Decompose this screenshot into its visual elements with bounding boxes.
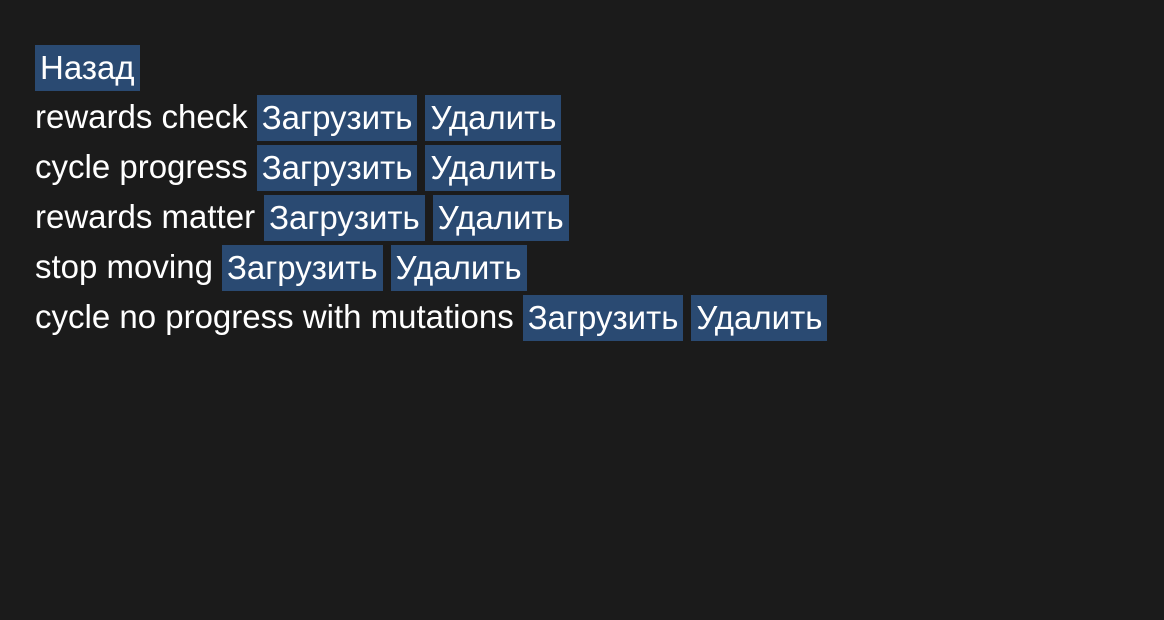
save-row: stop moving Загрузить Удалить — [35, 245, 827, 295]
delete-button[interactable]: Удалить — [425, 95, 562, 141]
save-name: cycle no progress with mutations — [35, 298, 514, 335]
save-row: rewards matter Загрузить Удалить — [35, 195, 827, 245]
back-row: Назад — [35, 45, 827, 95]
saves-menu: Назад rewards check Загрузить Удалить cy… — [35, 45, 828, 345]
save-row: rewards check Загрузить Удалить — [35, 95, 827, 145]
load-button[interactable]: Загрузить — [264, 195, 425, 241]
delete-button[interactable]: Удалить — [691, 295, 828, 341]
load-button[interactable]: Загрузить — [256, 145, 418, 191]
load-button[interactable]: Загрузить — [522, 295, 684, 341]
delete-button[interactable]: Удалить — [425, 145, 562, 191]
save-name: rewards check — [35, 98, 248, 135]
load-button[interactable]: Загрузить — [256, 95, 418, 141]
delete-button[interactable]: Удалить — [390, 245, 527, 291]
save-name: stop moving — [35, 248, 213, 285]
save-row: cycle progress Загрузить Удалить — [35, 145, 827, 195]
save-row: cycle no progress with mutations Загрузи… — [35, 295, 828, 345]
delete-button[interactable]: Удалить — [432, 195, 569, 241]
save-name: cycle progress — [35, 148, 248, 185]
save-name: rewards matter — [35, 198, 256, 235]
load-button[interactable]: Загрузить — [221, 245, 383, 291]
back-button[interactable]: Назад — [35, 45, 140, 91]
